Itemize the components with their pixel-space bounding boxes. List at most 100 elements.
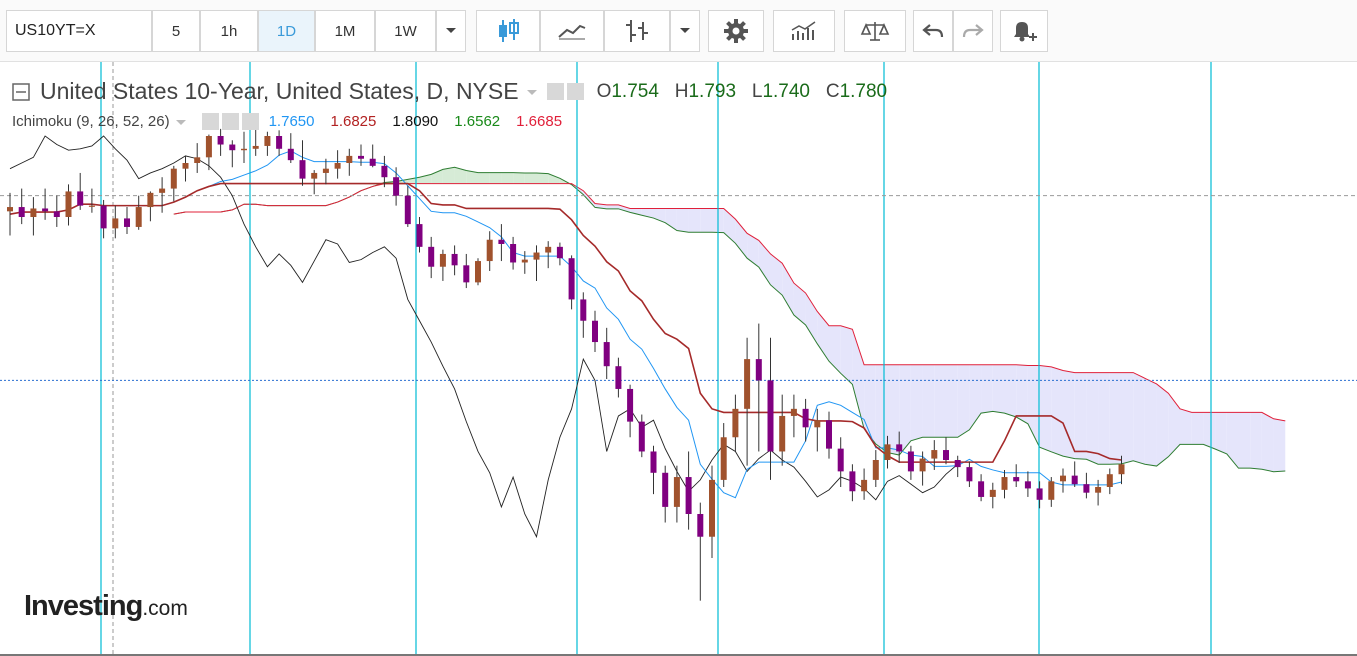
- cloud-segment: [829, 325, 841, 374]
- candle-body: [779, 415, 786, 452]
- open-value: 1.754: [611, 80, 659, 102]
- candle-body: [299, 160, 306, 179]
- line-style-button[interactable]: [540, 10, 604, 52]
- indicator-visibility-icon[interactable]: [201, 113, 219, 130]
- indicator-value-1: 1.7650: [268, 113, 315, 130]
- candle-body: [767, 380, 774, 452]
- indicator-value-2: 1.6825: [330, 113, 377, 130]
- candle-body: [18, 207, 25, 217]
- candle-body: [989, 489, 996, 497]
- candle-body: [428, 246, 435, 267]
- candle-body: [615, 366, 622, 389]
- candlestick-style-button[interactable]: [476, 10, 540, 52]
- cloud-segment: [1156, 383, 1169, 467]
- cloud-segment: [489, 172, 502, 184]
- compare-button[interactable]: [844, 10, 906, 52]
- candle-body: [7, 207, 13, 212]
- cloud-segment: [676, 208, 689, 233]
- candle-body: [1071, 475, 1078, 485]
- candle-body: [709, 479, 715, 537]
- high-label: H: [674, 80, 689, 102]
- interval-5m-button[interactable]: 5: [152, 10, 200, 52]
- candle-body: [907, 451, 914, 472]
- line-chart-icon: [558, 24, 586, 40]
- cloud-segment: [524, 172, 537, 184]
- redo-button[interactable]: [953, 10, 993, 52]
- interval-1h-button[interactable]: 1h: [200, 10, 258, 52]
- candle-body: [334, 163, 341, 169]
- chevron-down-icon[interactable]: [174, 117, 188, 127]
- cloud-segment: [910, 364, 923, 441]
- candle-body: [1048, 481, 1055, 500]
- candle-body: [1001, 477, 1008, 490]
- price-chart[interactable]: [0, 62, 1357, 656]
- cloud-segment: [501, 172, 514, 184]
- candle-body: [545, 246, 552, 253]
- style-dropdown-button[interactable]: [670, 10, 700, 52]
- candle-body: [884, 444, 891, 460]
- cloud-segment: [899, 364, 911, 456]
- undo-button[interactable]: [913, 10, 953, 52]
- candle-body: [943, 450, 949, 460]
- candle-body: [650, 451, 657, 473]
- cloud-segment: [1261, 412, 1274, 472]
- candle-body: [252, 145, 259, 149]
- candle-body: [978, 481, 985, 497]
- cloud-segment: [934, 364, 946, 438]
- cloud-segment: [969, 364, 982, 430]
- cloud-segment: [1191, 412, 1204, 445]
- visibility-icon[interactable]: [546, 83, 564, 100]
- candle-body: [229, 144, 236, 151]
- symbol-input[interactable]: US10YT=X: [6, 10, 152, 52]
- candle-body: [802, 408, 809, 428]
- candle-body: [568, 258, 575, 300]
- bar-style-button[interactable]: [604, 10, 670, 52]
- tenkan-sen-line: [9, 150, 1122, 499]
- settings-small-icon[interactable]: [566, 83, 584, 100]
- series-title: United States 10-Year, United States, D,…: [40, 78, 519, 104]
- candle-body: [1118, 464, 1125, 475]
- candle-body: [931, 450, 938, 459]
- candle-body: [673, 477, 680, 507]
- indicator-settings-icon[interactable]: [221, 113, 239, 130]
- high-value: 1.793: [688, 80, 737, 102]
- add-alert-button[interactable]: [1000, 10, 1048, 52]
- chart-area[interactable]: [0, 62, 1357, 656]
- indicator-remove-icon[interactable]: [241, 113, 259, 130]
- cloud-segment: [1016, 364, 1028, 424]
- candle-body: [135, 207, 142, 227]
- ohlc-values: O1.754 H1.793 L1.740 C1.780: [597, 81, 888, 103]
- low-value: 1.740: [762, 80, 810, 102]
- candle-body: [42, 208, 49, 212]
- cloud-segment: [981, 364, 993, 414]
- candle-body: [662, 472, 669, 507]
- cloud-segment: [1109, 372, 1122, 465]
- cloud-segment: [1238, 412, 1251, 469]
- cloud-segment: [735, 219, 748, 259]
- cloud-segment: [1226, 412, 1239, 469]
- candle-body: [580, 299, 587, 321]
- collapse-icon[interactable]: [12, 82, 30, 101]
- cloud-segment: [875, 364, 888, 453]
- chevron-down-icon: [446, 28, 456, 33]
- candle-body: [194, 157, 201, 163]
- cloud-segment: [1039, 365, 1052, 452]
- interval-1m-button[interactable]: 1M: [315, 10, 375, 52]
- compare-scale-icon: [860, 22, 890, 41]
- indicators-icon: [791, 21, 816, 40]
- open-label: O: [596, 80, 612, 102]
- indicator-value-4: 1.6562: [454, 113, 501, 130]
- candle-body: [159, 188, 166, 193]
- candle-body: [439, 253, 446, 267]
- candle-body: [393, 177, 400, 196]
- interval-1d-button[interactable]: 1D: [258, 10, 315, 52]
- candle-body: [112, 218, 119, 229]
- candle-body: [1013, 477, 1020, 482]
- settings-button[interactable]: [708, 10, 764, 52]
- interval-1w-button[interactable]: 1W: [375, 10, 436, 52]
- cloud-segment: [1180, 408, 1192, 445]
- indicator-legend: Ichimoku (9, 26, 52, 26) 1.7650 1.6825 1…: [12, 113, 562, 130]
- chevron-down-icon[interactable]: [525, 87, 539, 97]
- indicators-button[interactable]: [773, 10, 835, 52]
- interval-dropdown-button[interactable]: [436, 10, 466, 52]
